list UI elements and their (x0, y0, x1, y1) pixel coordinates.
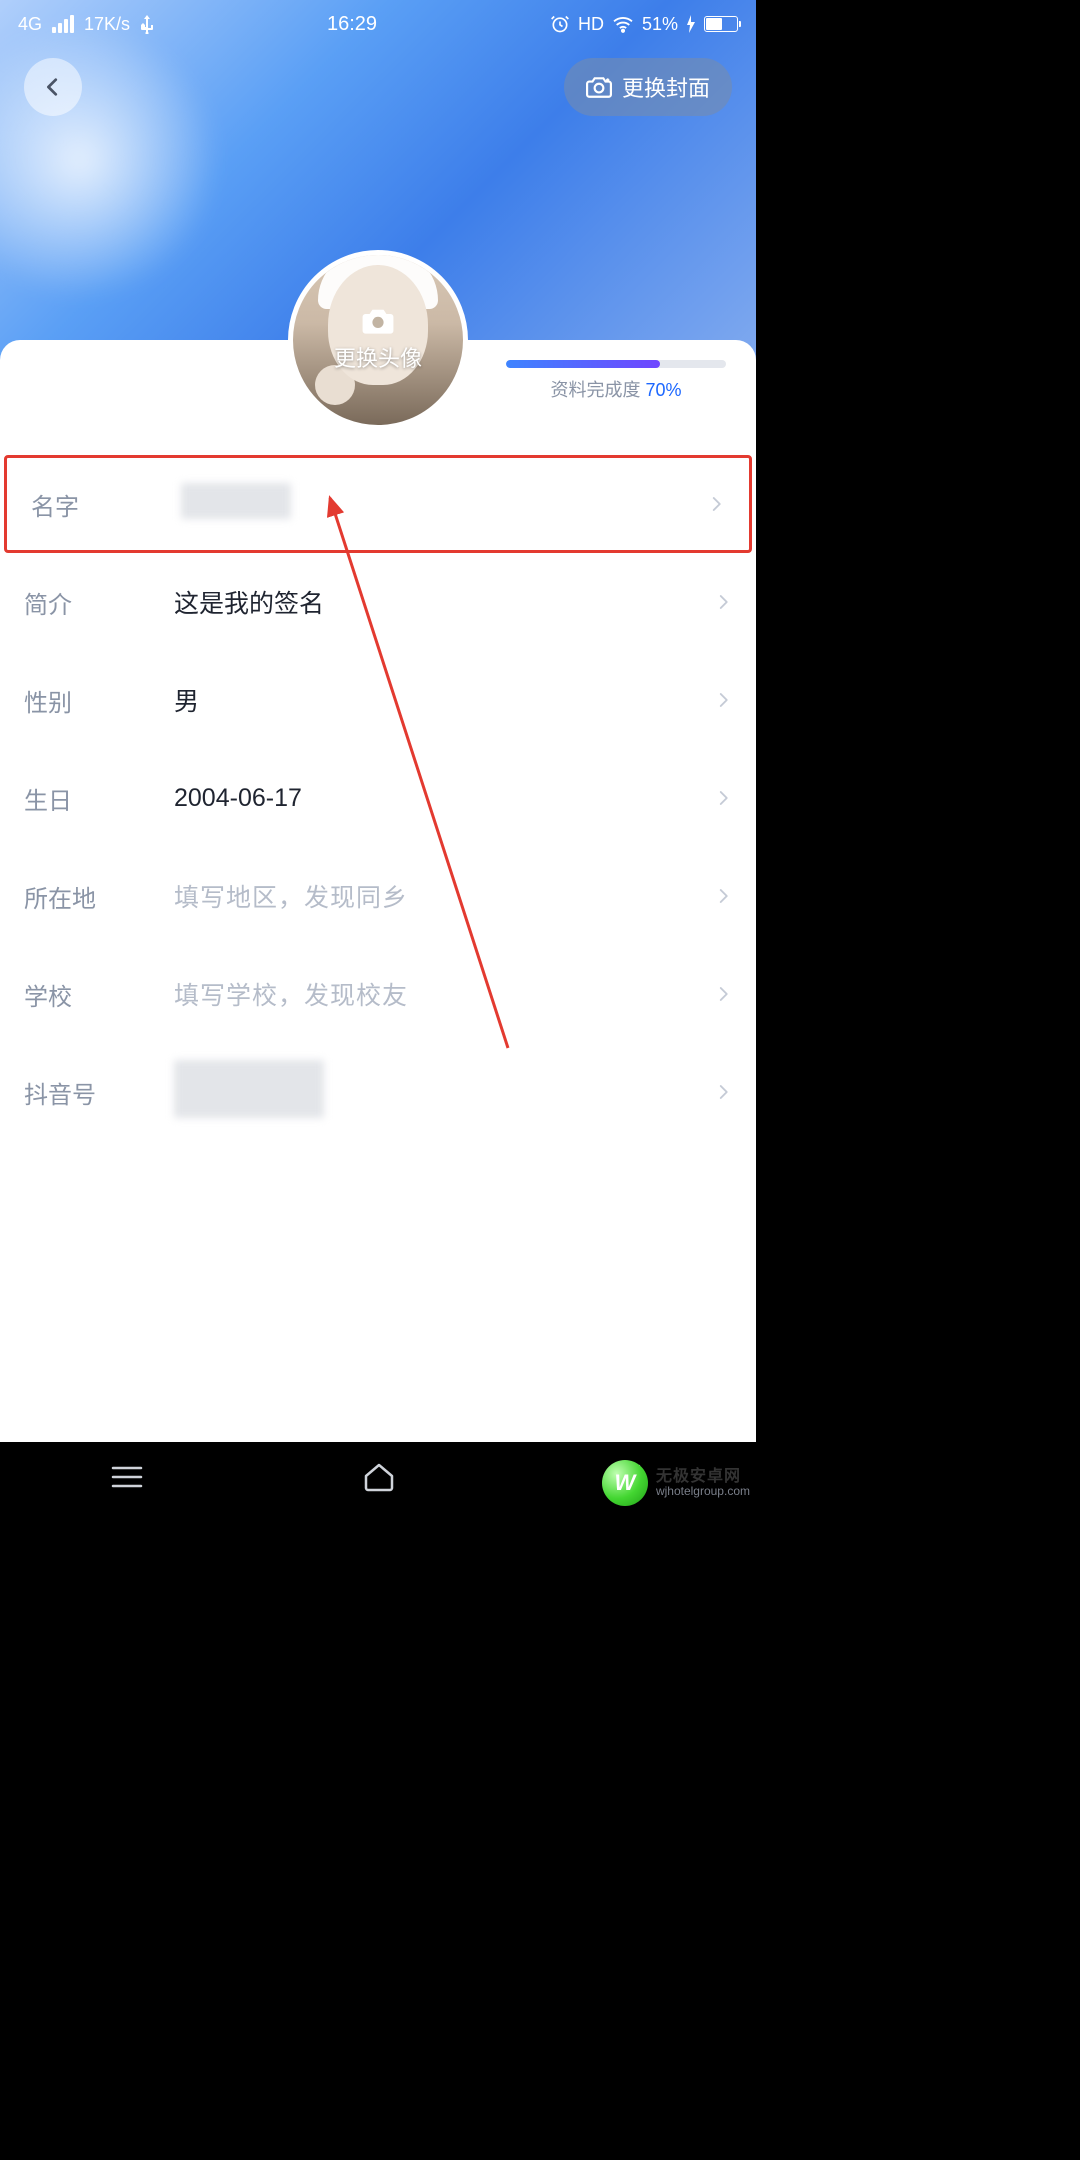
row-douyin-value (174, 1060, 714, 1125)
row-birthday-value: 2004-06-17 (174, 784, 714, 813)
chevron-right-icon (714, 884, 732, 908)
row-name[interactable]: 名字 (4, 455, 752, 553)
watermark-sub: wjhotelgroup.com (656, 1485, 750, 1498)
row-birthday[interactable]: 生日 2004-06-17 (0, 749, 756, 847)
network-type: 4G (18, 14, 42, 35)
network-speed: 17K/s (84, 14, 130, 35)
status-bar: 4G 17K/s 16:29 HD 51% (0, 0, 756, 48)
row-school-placeholder: 填写学校，发现校友 (174, 976, 714, 1012)
charge-icon (686, 15, 696, 33)
row-bio-label: 简介 (24, 585, 174, 620)
home-icon[interactable] (362, 1462, 396, 1492)
battery-percent: 51% (642, 14, 678, 35)
row-douyin-id[interactable]: 抖音号 (0, 1043, 756, 1141)
clock: 16:29 (327, 13, 377, 36)
change-cover-button[interactable]: 更换封面 (564, 58, 732, 116)
signal-icon (52, 15, 74, 33)
chevron-right-icon (714, 786, 732, 810)
row-douyin-label: 抖音号 (24, 1075, 174, 1110)
profile-completion: 资料完成度 70% (506, 360, 726, 402)
watermark-title: 无极安卓网 (656, 1468, 750, 1486)
chevron-left-icon (42, 73, 64, 101)
row-school[interactable]: 学校 填写学校，发现校友 (0, 945, 756, 1043)
row-name-value (181, 483, 707, 526)
content-sheet: ❀ 更换头像 资料完成度 70% 名字 简介 这是我的签名 (0, 340, 756, 1442)
alarm-icon (550, 14, 570, 34)
chevron-right-icon (714, 688, 732, 712)
watermark: 无极安卓网 wjhotelgroup.com (602, 1460, 750, 1506)
change-cover-label: 更换封面 (622, 71, 710, 103)
row-region-placeholder: 填写地区，发现同乡 (174, 878, 714, 914)
progress-fill (506, 360, 660, 368)
battery-icon (704, 16, 738, 32)
progress-label-text: 资料完成度 (550, 380, 645, 400)
chevron-right-icon (714, 590, 732, 614)
change-avatar-label: 更换头像 (334, 341, 422, 373)
row-region-label: 所在地 (24, 879, 174, 914)
chevron-right-icon (707, 492, 725, 516)
row-name-label: 名字 (31, 487, 181, 522)
row-bio-value: 这是我的签名 (174, 584, 714, 620)
back-button[interactable] (24, 58, 82, 116)
progress-value: 70% (645, 380, 681, 400)
row-gender-value: 男 (174, 682, 714, 718)
watermark-logo (602, 1460, 648, 1506)
row-gender[interactable]: 性别 男 (0, 651, 756, 749)
recents-icon[interactable] (109, 1464, 145, 1490)
row-gender-label: 性别 (24, 683, 174, 718)
usb-icon (140, 14, 154, 34)
hd-indicator: HD (578, 14, 604, 35)
row-school-label: 学校 (24, 977, 174, 1012)
chevron-right-icon (714, 982, 732, 1006)
row-region[interactable]: 所在地 填写地区，发现同乡 (0, 847, 756, 945)
camera-icon (361, 307, 395, 335)
camera-icon (586, 76, 612, 98)
row-bio[interactable]: 简介 这是我的签名 (0, 553, 756, 651)
avatar-button[interactable]: ❀ 更换头像 (288, 250, 468, 430)
wifi-icon (612, 15, 634, 33)
chevron-right-icon (714, 1080, 732, 1104)
row-birthday-label: 生日 (24, 781, 174, 816)
